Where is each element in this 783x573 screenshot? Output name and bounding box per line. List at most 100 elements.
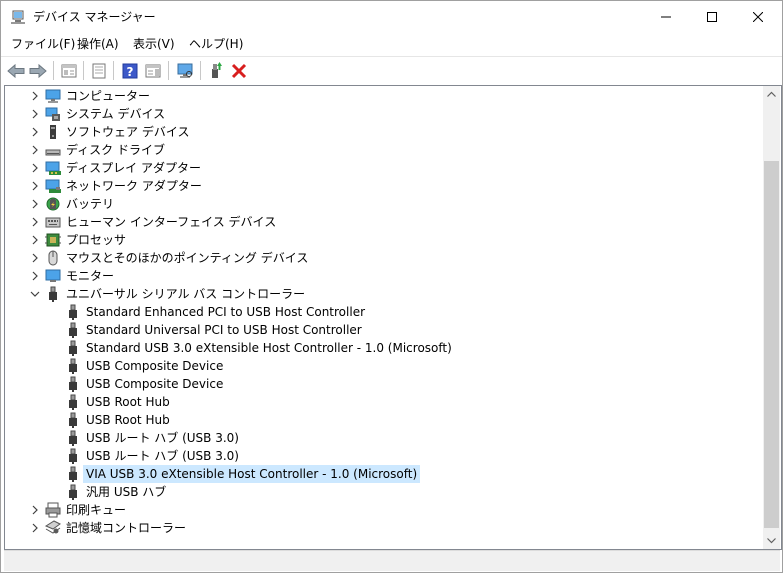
- menu-action[interactable]: 操作(A): [77, 35, 119, 53]
- tree-item-label: プロセッサ: [66, 233, 127, 247]
- show-hide-tree-button[interactable]: [59, 61, 79, 81]
- tree-item-label: USB Composite Device: [86, 359, 224, 373]
- tree-device[interactable]: USB Root Hub: [5, 393, 762, 411]
- title-bar: デバイス マネージャー: [1, 1, 782, 32]
- update-driver-button[interactable]: [206, 61, 226, 81]
- chevron-right-icon[interactable]: [27, 232, 43, 248]
- tree-item-label: USB ルート ハブ (USB 3.0): [86, 431, 239, 445]
- tree-item-label: マウスとそのほかのポインティング デバイス: [66, 251, 309, 265]
- window-title: デバイス マネージャー: [33, 10, 156, 24]
- chevron-right-icon[interactable]: [27, 502, 43, 518]
- tree-device[interactable]: USB Root Hub: [5, 411, 762, 429]
- tree-item-label: ディスプレイ アダプター: [66, 161, 201, 175]
- network-adapter-icon: [45, 179, 61, 193]
- minimize-button[interactable]: [643, 1, 689, 32]
- tree-category[interactable]: バッテリ: [5, 195, 762, 213]
- device-tree-frame: コンピューター システム デバイス ソフトウェア デバイス ディスク ドライブディスプ…: [4, 85, 782, 550]
- tree-category[interactable]: ディスプレイ アダプター: [5, 159, 762, 177]
- tree-device[interactable]: VIA USB 3.0 eXtensible Host Controller -…: [5, 465, 762, 483]
- software-device-icon: [50, 125, 56, 139]
- chevron-right-icon[interactable]: [27, 214, 43, 230]
- tree-category[interactable]: システム デバイス: [5, 105, 762, 123]
- toolbar-separator: [83, 61, 84, 80]
- computer-icon: [45, 89, 61, 103]
- action-pane-icon: [145, 64, 161, 78]
- tree-device[interactable]: USB Composite Device: [5, 357, 762, 375]
- usb-icon: [69, 466, 77, 482]
- usb-icon: [69, 484, 77, 500]
- chevron-right-icon[interactable]: [27, 142, 43, 158]
- chevron-down-icon: [767, 538, 776, 544]
- tree-item-label: Standard USB 3.0 eXtensible Host Control…: [86, 341, 452, 355]
- usb-icon: [69, 394, 77, 410]
- chevron-right-icon[interactable]: [27, 520, 43, 536]
- maximize-icon: [707, 11, 717, 22]
- usb-icon: [69, 376, 77, 392]
- action-pane-button[interactable]: [143, 61, 163, 81]
- tree-device[interactable]: USB Composite Device: [5, 375, 762, 393]
- print-queue-icon: [45, 502, 61, 518]
- system-devices-icon: [45, 107, 60, 121]
- tree-item-label: 汎用 USB ハブ: [86, 485, 167, 499]
- chevron-up-icon: [767, 91, 776, 97]
- back-arrow-icon: [7, 63, 25, 79]
- tree-category[interactable]: 印刷キュー: [5, 501, 762, 519]
- toolbar-separator: [113, 61, 114, 80]
- battery-icon: [46, 197, 60, 211]
- uninstall-device-button[interactable]: [229, 61, 249, 81]
- tree-category[interactable]: モニター: [5, 267, 762, 285]
- chevron-right-icon[interactable]: [27, 88, 43, 104]
- vertical-scrollbar[interactable]: [763, 86, 780, 549]
- back-button[interactable]: [6, 61, 26, 81]
- maximize-button[interactable]: [689, 1, 735, 32]
- mouse-icon: [48, 250, 58, 266]
- tree-category[interactable]: ソフトウェア デバイス: [5, 123, 762, 141]
- chevron-right-icon[interactable]: [27, 160, 43, 176]
- tree-category[interactable]: 記憶域コントローラー: [5, 519, 762, 537]
- forward-button[interactable]: [28, 61, 48, 81]
- tree-category[interactable]: コンピューター: [5, 87, 762, 105]
- usb-icon: [69, 340, 77, 356]
- toolbar-separator: [168, 61, 169, 80]
- chevron-down-icon[interactable]: [27, 286, 43, 302]
- properties-button[interactable]: [89, 61, 109, 81]
- usb-icon: [69, 448, 77, 464]
- scroll-down-button[interactable]: [763, 532, 780, 549]
- tree-device[interactable]: Standard Universal PCI to USB Host Contr…: [5, 321, 762, 339]
- device-tree[interactable]: コンピューター システム デバイス ソフトウェア デバイス ディスク ドライブディスプ…: [5, 86, 762, 549]
- help-button[interactable]: ?: [120, 61, 140, 81]
- chevron-right-icon[interactable]: [27, 106, 43, 122]
- chevron-right-icon[interactable]: [27, 178, 43, 194]
- tree-category[interactable]: マウスとそのほかのポインティング デバイス: [5, 249, 762, 267]
- menu-file[interactable]: ファイル(F): [11, 35, 75, 53]
- tree-device[interactable]: Standard USB 3.0 eXtensible Host Control…: [5, 339, 762, 357]
- tree-category[interactable]: プロセッサ: [5, 231, 762, 249]
- tree-device[interactable]: 汎用 USB ハブ: [5, 483, 762, 501]
- chevron-right-icon[interactable]: [27, 124, 43, 140]
- scroll-up-button[interactable]: [763, 86, 780, 103]
- tree-device[interactable]: USB ルート ハブ (USB 3.0): [5, 429, 762, 447]
- tree-category[interactable]: ディスク ドライブ: [5, 141, 762, 159]
- processor-icon: [45, 233, 61, 247]
- chevron-right-icon[interactable]: [27, 196, 43, 212]
- scan-hardware-button[interactable]: [175, 61, 195, 81]
- toolbar: ?: [1, 56, 782, 84]
- menu-help[interactable]: ヘルプ(H): [189, 35, 243, 53]
- chevron-right-icon[interactable]: [27, 250, 43, 266]
- device-manager-app-icon: [11, 10, 25, 24]
- scrollbar-thumb[interactable]: [764, 161, 779, 528]
- menu-view[interactable]: 表示(V): [133, 35, 175, 53]
- tree-category[interactable]: ヒューマン インターフェイス デバイス: [5, 213, 762, 231]
- minimize-icon: [661, 16, 671, 17]
- tree-item-label: USB Composite Device: [86, 377, 224, 391]
- usb-icon: [69, 412, 77, 428]
- close-button[interactable]: [735, 1, 781, 32]
- usb-icon: [69, 322, 77, 338]
- uninstall-device-icon: [231, 63, 247, 79]
- disk-drive-icon: [45, 149, 61, 156]
- chevron-right-icon[interactable]: [27, 268, 43, 284]
- tree-category[interactable]: ネットワーク アダプター: [5, 177, 762, 195]
- tree-device[interactable]: Standard Enhanced PCI to USB Host Contro…: [5, 303, 762, 321]
- tree-device[interactable]: USB ルート ハブ (USB 3.0): [5, 447, 762, 465]
- tree-category[interactable]: ユニバーサル シリアル バス コントローラー: [5, 285, 762, 303]
